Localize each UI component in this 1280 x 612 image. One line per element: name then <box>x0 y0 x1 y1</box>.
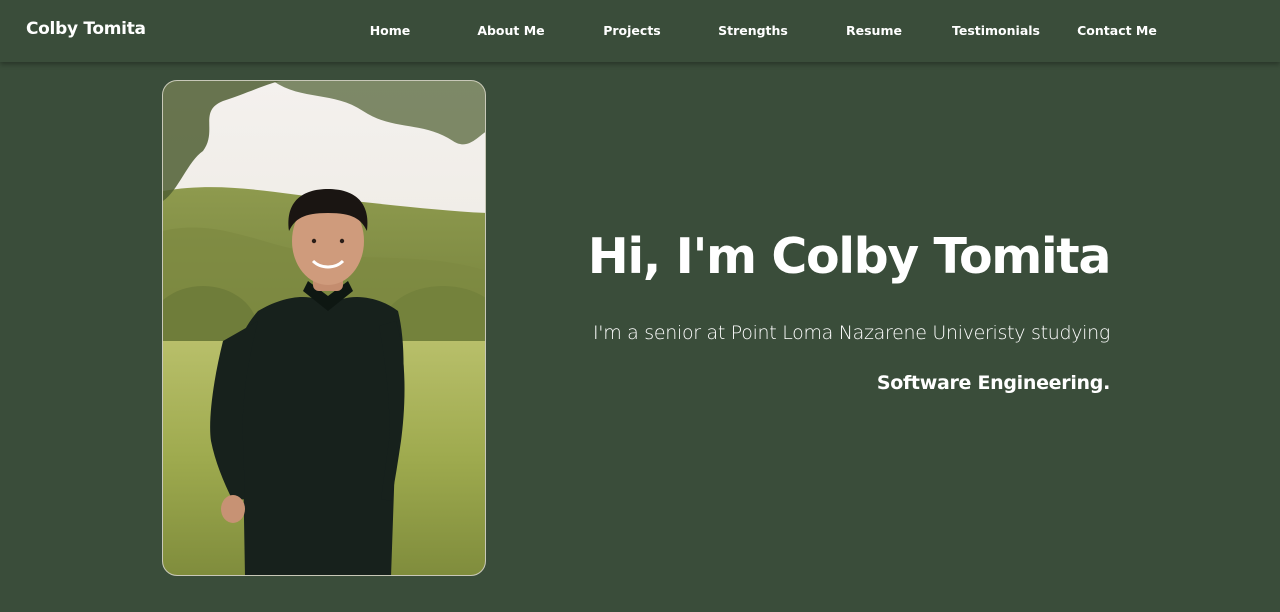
nav-link-projects[interactable]: Projects <box>577 23 687 38</box>
brand-logo-link[interactable]: Colby Tomita <box>26 19 146 39</box>
nav-link-contact-me[interactable]: Contact Me <box>1062 23 1172 38</box>
hero-title: Hi, I'm Colby Tomita <box>587 228 1112 285</box>
hero-section: Hi, I'm Colby Tomita I'm a senior at Poi… <box>560 222 1112 408</box>
profile-photo <box>162 80 486 576</box>
hero-subtitle-major: Software Engineering. <box>876 372 1110 394</box>
hero-subtitle: I'm a senior at Point Loma Nazarene Univ… <box>560 308 1110 408</box>
nav-link-home[interactable]: Home <box>335 23 445 38</box>
nav-link-testimonials[interactable]: Testimonials <box>941 23 1051 38</box>
nav-link-strengths[interactable]: Strengths <box>698 23 808 38</box>
profile-photo-illustration <box>163 81 485 575</box>
hero-subtitle-text: I'm a senior at Point Loma Nazarene Univ… <box>593 322 1110 344</box>
nav-link-about-me[interactable]: About Me <box>456 23 566 38</box>
top-navbar: Colby Tomita Home About Me Projects Stre… <box>0 0 1280 62</box>
nav-link-resume[interactable]: Resume <box>819 23 929 38</box>
